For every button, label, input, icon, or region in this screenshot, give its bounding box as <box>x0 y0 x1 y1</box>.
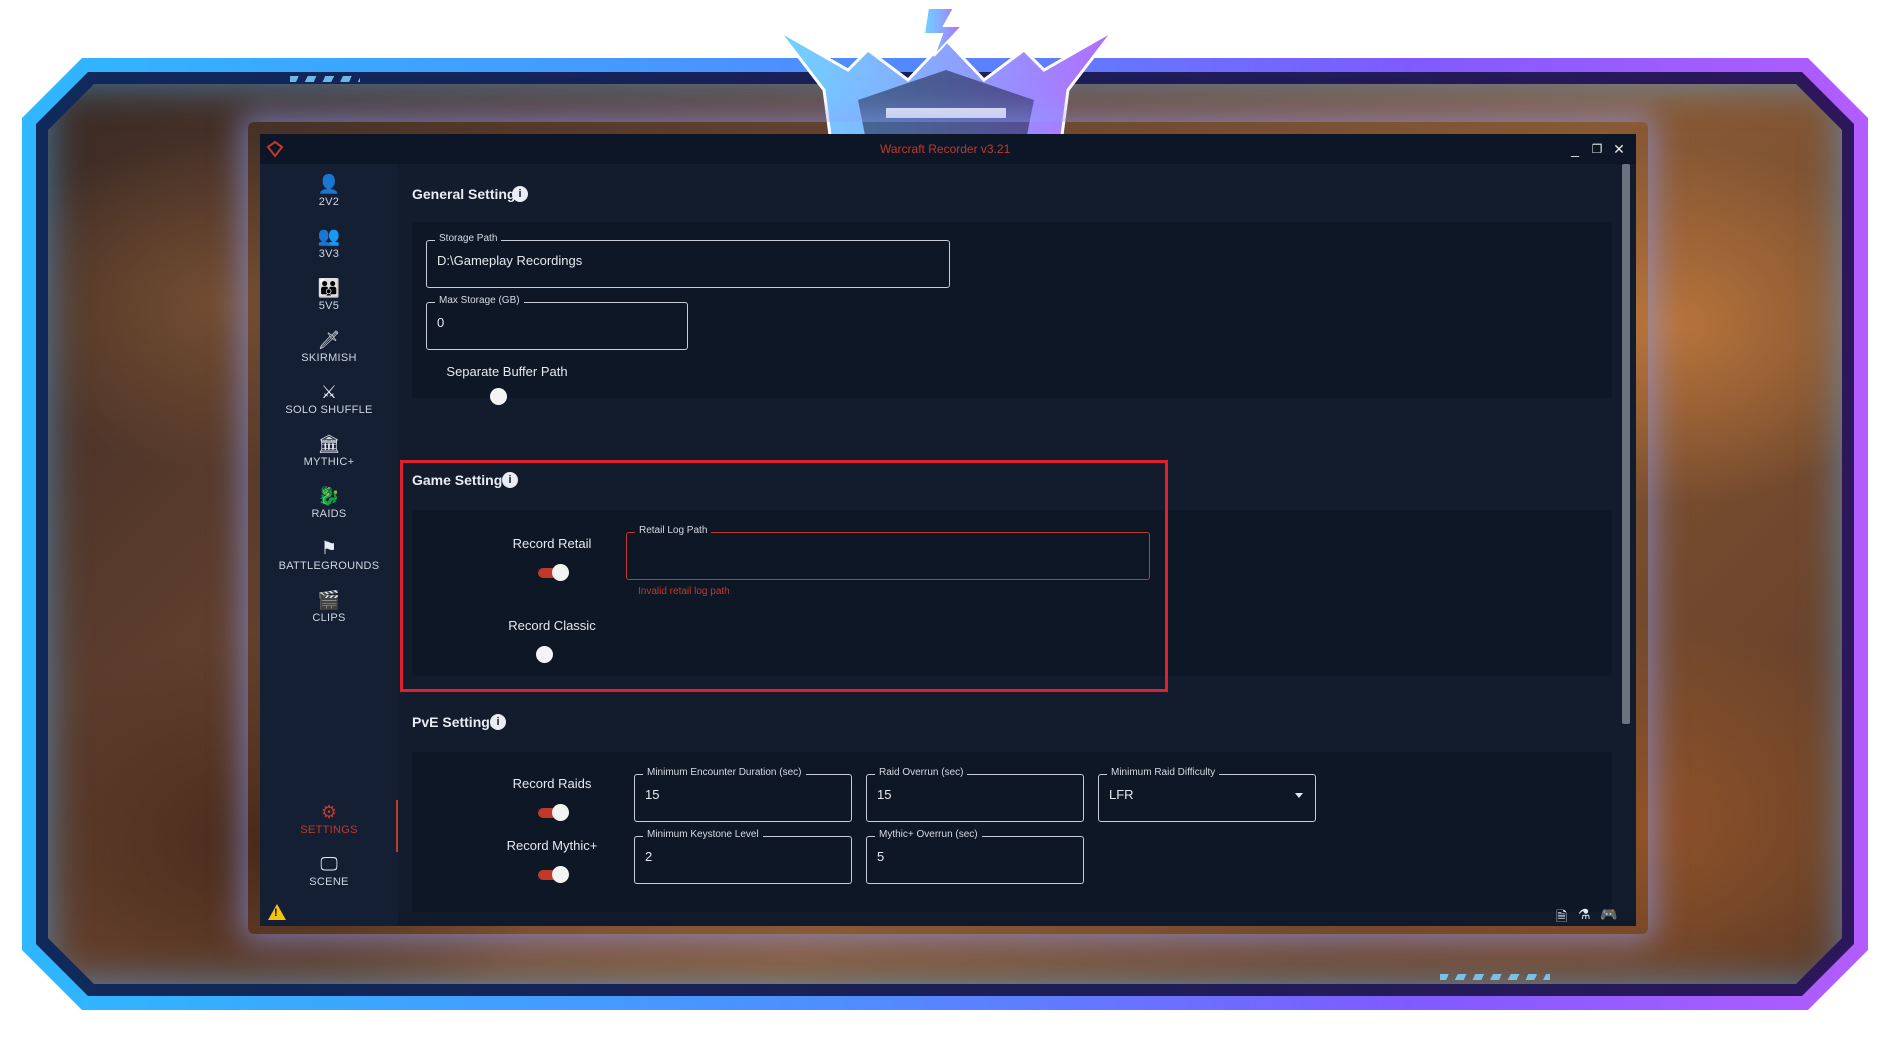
three-person-icon: 👥 <box>317 226 341 246</box>
field-label: Mythic+ Overrun (sec) <box>875 829 982 840</box>
min-encounter-duration-field[interactable]: Minimum Encounter Duration (sec) 15 <box>634 767 852 822</box>
raid-overrun-field[interactable]: Raid Overrun (sec) 15 <box>866 767 1084 822</box>
discord-icon[interactable]: 🎮 <box>1600 906 1617 923</box>
info-icon[interactable]: i <box>490 714 506 730</box>
sidebar-item-label: 3V3 <box>318 248 340 260</box>
sword-icon: 🗡 <box>317 330 341 350</box>
screenshot-stage: Warcraft Recorder v3.21 _ ❐ ✕ 👤 2V2 👥 3V… <box>0 0 1890 1063</box>
title-bar[interactable]: Warcraft Recorder v3.21 _ ❐ ✕ <box>260 134 1636 164</box>
min-raid-difficulty-select[interactable]: Minimum Raid Difficulty LFR <box>1098 767 1316 822</box>
sidebar-item-label: RAIDS <box>311 508 347 520</box>
field-value: LFR <box>1109 787 1134 802</box>
close-button[interactable]: ✕ <box>1608 138 1630 160</box>
field-value: D:\Gameplay Recordings <box>437 253 583 268</box>
sidebar: 👤 2V2 👥 3V3 👪 5V5 🗡 SKIRMISH ⚔ SOLO SHUF… <box>260 164 398 926</box>
field-label: Minimum Encounter Duration (sec) <box>643 767 806 778</box>
sidebar-item-2v2[interactable]: 👤 2V2 <box>260 172 398 220</box>
sidebar-item-label: SCENE <box>309 876 349 888</box>
sidebar-item-solo-shuffle[interactable]: ⚔ SOLO SHUFFLE <box>260 380 398 428</box>
record-raids-toggle[interactable] <box>536 802 570 822</box>
pve-settings-panel: Record Raids Record Mythic+ Minimum Enco… <box>412 752 1612 912</box>
test-icon[interactable]: ⚗ <box>1578 906 1591 923</box>
separate-buffer-toggle[interactable] <box>490 386 524 406</box>
pve-settings-title: PvE Settings <box>412 714 498 730</box>
sidebar-item-mythic-plus[interactable]: 🏛 MYTHIC+ <box>260 432 398 480</box>
separate-buffer-label: Separate Buffer Path <box>446 364 568 379</box>
window-title: Warcraft Recorder v3.21 <box>880 142 1011 156</box>
app-logo-icon <box>266 140 284 158</box>
sidebar-item-label: 5V5 <box>318 300 340 312</box>
mythic-overrun-field[interactable]: Mythic+ Overrun (sec) 5 <box>866 829 1084 884</box>
highlight-annotation <box>400 460 1168 692</box>
toggle-knob <box>490 388 507 405</box>
max-storage-field[interactable]: Max Storage (GB) 0 <box>426 295 688 350</box>
sidebar-item-5v5[interactable]: 👪 5V5 <box>260 276 398 324</box>
field-label: Minimum Raid Difficulty <box>1107 767 1220 778</box>
gear-icon: ⚙ <box>320 802 338 822</box>
sidebar-item-clips[interactable]: 🎬 CLIPS <box>260 588 398 636</box>
sidebar-item-3v3[interactable]: 👥 3V3 <box>260 224 398 272</box>
castle-icon: 🏛 <box>317 434 341 454</box>
document-icon[interactable]: 🗎 <box>1556 906 1567 926</box>
record-mythic-toggle[interactable] <box>536 864 570 884</box>
sidebar-item-skirmish[interactable]: 🗡 SKIRMISH <box>260 328 398 376</box>
field-value: 15 <box>877 787 892 802</box>
field-label: Raid Overrun (sec) <box>875 767 968 778</box>
general-settings-title: General Settings <box>412 186 524 202</box>
frame-stripe-bottom-right <box>1440 974 1550 980</box>
sidebar-item-label: MYTHIC+ <box>303 456 355 468</box>
record-mythic-label: Record Mythic+ <box>506 838 598 853</box>
sidebar-item-raids[interactable]: 🐉 RAIDS <box>260 484 398 532</box>
field-value: 15 <box>645 787 660 802</box>
field-label: Storage Path <box>435 233 502 244</box>
monitor-icon: 🖵 <box>320 854 338 874</box>
general-settings-panel: Storage Path D:\Gameplay Recordings Max … <box>412 222 1612 405</box>
record-raids-label: Record Raids <box>512 776 592 791</box>
field-value: 2 <box>645 849 653 864</box>
chevron-down-icon[interactable] <box>1295 793 1303 798</box>
five-person-icon: 👪 <box>317 278 341 298</box>
sidebar-item-settings[interactable]: ⚙ SETTINGS <box>260 800 398 848</box>
toggle-knob <box>552 866 569 883</box>
frame-stripe-top-left <box>290 76 360 82</box>
field-label: Minimum Keystone Level <box>643 829 763 840</box>
field-value: 0 <box>437 315 445 330</box>
minimize-button[interactable]: _ <box>1564 138 1586 160</box>
sidebar-item-label: 2V2 <box>318 196 340 208</box>
field-label: Max Storage (GB) <box>435 295 524 306</box>
sidebar-item-label: SETTINGS <box>300 824 358 836</box>
warning-icon-mark: ! <box>274 907 278 919</box>
sidebar-item-label: SOLO SHUFFLE <box>285 404 373 416</box>
storage-path-field[interactable]: Storage Path D:\Gameplay Recordings <box>426 233 950 288</box>
sidebar-item-label: BATTLEGROUNDS <box>278 560 380 572</box>
info-icon[interactable]: i <box>512 186 528 202</box>
restore-button[interactable]: ❐ <box>1586 138 1608 160</box>
sidebar-item-scene[interactable]: 🖵 SCENE <box>260 852 398 900</box>
clapperboard-icon: 🎬 <box>317 590 341 610</box>
scrollbar-thumb[interactable] <box>1622 164 1630 724</box>
sidebar-item-battlegrounds[interactable]: ⚑ BATTLEGROUNDS <box>260 536 398 584</box>
crossed-swords-icon: ⚔ <box>320 382 338 402</box>
sidebar-item-label: CLIPS <box>312 612 346 624</box>
field-value: 5 <box>877 849 885 864</box>
sidebar-item-label: SKIRMISH <box>301 352 357 364</box>
min-keystone-level-field[interactable]: Minimum Keystone Level 2 <box>634 829 852 884</box>
dragon-icon: 🐉 <box>317 486 341 506</box>
scrollbar[interactable] <box>1616 164 1636 912</box>
toggle-knob <box>552 804 569 821</box>
two-person-icon: 👤 <box>317 174 341 194</box>
flag-icon: ⚑ <box>320 538 338 558</box>
